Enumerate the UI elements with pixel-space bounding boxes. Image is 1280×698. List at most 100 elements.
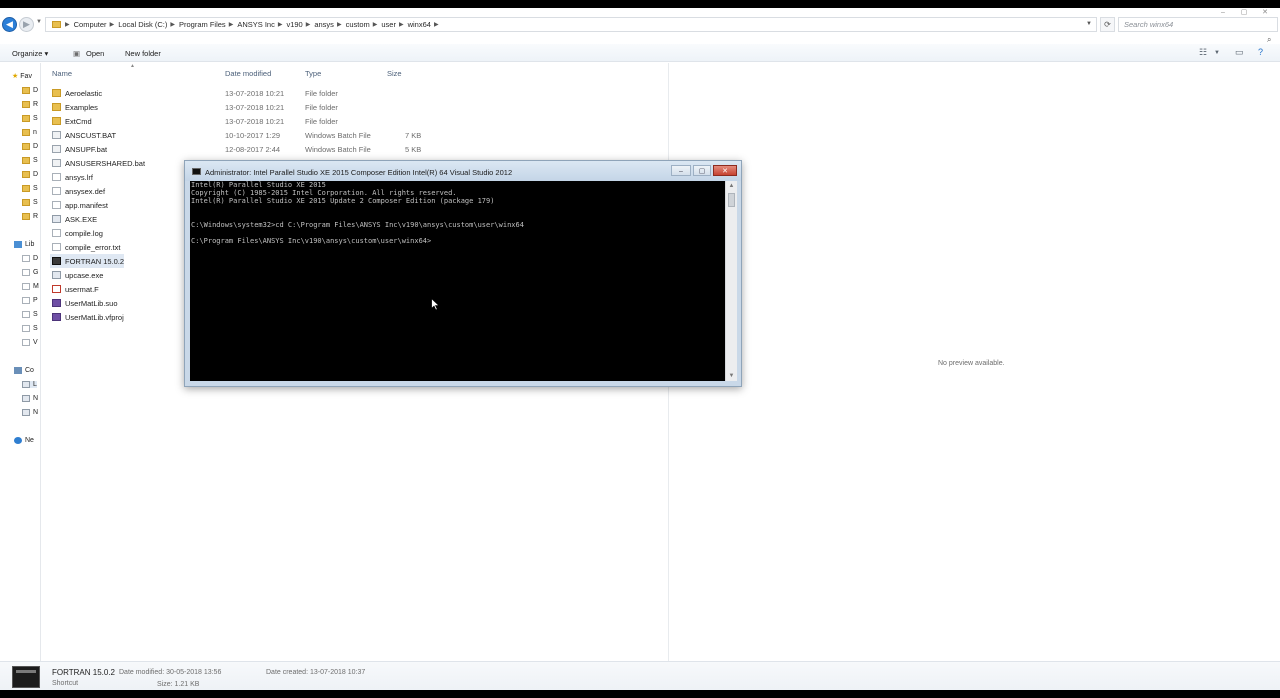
document-icon	[22, 311, 30, 318]
back-button[interactable]: ◀	[2, 17, 17, 32]
file-row[interactable]: ANSCUST.BAT 10-10-2017 1:29 Windows Batch …	[50, 128, 650, 142]
breadcrumb-item[interactable]: Program Files	[179, 20, 226, 29]
console-close-button[interactable]: ✕	[713, 165, 737, 176]
refresh-button[interactable]: ⟳	[1100, 17, 1115, 32]
refresh-icon: ⟳	[1104, 20, 1111, 29]
nav-item[interactable]: R	[22, 101, 38, 108]
nav-label: R	[33, 213, 39, 220]
nav-label: S	[33, 311, 38, 318]
nav-item[interactable]: D	[22, 255, 38, 262]
breadcrumb-separator-icon[interactable]: ▶	[110, 21, 115, 28]
view-options-icon[interactable]: ☷	[1199, 47, 1207, 58]
breadcrumb-item[interactable]: Computer	[74, 20, 107, 29]
new-folder-button[interactable]: New folder	[125, 49, 161, 58]
column-header-name[interactable]: Name	[52, 69, 72, 78]
console-minimize-button[interactable]: –	[671, 165, 691, 176]
file-row[interactable]: Examples 13-07-2018 10:21 File folder	[50, 100, 650, 114]
computer-group[interactable]: Co	[14, 367, 34, 374]
breadcrumb-item[interactable]: ANSYS Inc	[237, 20, 275, 29]
nav-label: M	[33, 283, 39, 290]
console-window[interactable]: Administrator: Intel Parallel Studio XE …	[184, 160, 742, 387]
scroll-up-icon[interactable]: ▲	[726, 181, 737, 191]
open-button[interactable]: Open	[86, 49, 104, 58]
nav-label: N	[33, 409, 39, 416]
file-row-selected[interactable]: FORTRAN 15.0.2	[50, 254, 124, 268]
nav-item[interactable]: S	[22, 185, 38, 192]
breadcrumb-separator-icon[interactable]: ▶	[65, 21, 70, 28]
chevron-down-icon[interactable]: ▼	[1214, 50, 1220, 56]
nav-item[interactable]: D	[22, 143, 38, 150]
breadcrumb-separator-icon[interactable]: ▶	[373, 21, 378, 28]
breadcrumb-item[interactable]: winx64	[408, 20, 431, 29]
command-bar: Organize ▾ ▣ Open New folder ☷ ▼ ▭ ?	[0, 44, 1280, 62]
nav-item[interactable]: S	[22, 325, 38, 332]
folder-icon	[52, 89, 61, 97]
network-group[interactable]: Ne	[14, 437, 34, 444]
nav-label: V	[33, 339, 38, 346]
console-title-bar[interactable]: Administrator: Intel Parallel Studio XE …	[185, 161, 741, 181]
breadcrumb-separator-icon[interactable]: ▶	[399, 21, 404, 28]
network-drive-icon	[22, 395, 30, 402]
preview-pane-icon[interactable]: ▭	[1235, 47, 1244, 58]
nav-item[interactable]: D	[22, 171, 38, 178]
breadcrumb-separator-icon[interactable]: ▶	[229, 21, 234, 28]
breadcrumb-separator-icon[interactable]: ▶	[434, 21, 439, 28]
folder-icon	[52, 21, 61, 28]
nav-label: n	[33, 129, 37, 136]
favorites-group[interactable]: ★ Fav	[12, 72, 32, 81]
nav-item[interactable]: G	[22, 269, 38, 276]
console-output[interactable]: Intel(R) Parallel Studio XE 2015 Copyrig…	[190, 181, 725, 381]
scrollbar-thumb[interactable]	[728, 193, 735, 207]
breadcrumb-separator-icon[interactable]: ▶	[170, 21, 175, 28]
breadcrumb-item[interactable]: custom	[346, 20, 370, 29]
nav-label: Ne	[25, 437, 34, 444]
breadcrumb-separator-icon[interactable]: ▶	[306, 21, 311, 28]
file-row[interactable]: ANSUPF.bat 12-08-2017 2:44 Windows Batch F…	[50, 142, 650, 156]
nav-item[interactable]: R	[22, 213, 38, 220]
file-name: usermat.F	[65, 285, 99, 294]
address-bar[interactable]: ▶ Computer ▶ Local Disk (C:) ▶ Program F…	[45, 17, 1097, 32]
nav-item[interactable]: S	[22, 115, 38, 122]
nav-item[interactable]: N	[22, 395, 38, 402]
nav-item[interactable]: S	[22, 199, 38, 206]
nav-item[interactable]: S	[22, 311, 38, 318]
nav-item[interactable]: S	[22, 157, 38, 164]
nav-item-local-disk[interactable]: L	[22, 381, 37, 388]
network-drive-icon	[22, 409, 30, 416]
breadcrumb-separator-icon[interactable]: ▶	[278, 21, 283, 28]
drive-icon	[22, 381, 30, 388]
console-scrollbar[interactable]: ▲ ▼	[725, 181, 737, 381]
console-maximize-button[interactable]: ▢	[693, 165, 711, 176]
nav-item[interactable]: M	[22, 283, 39, 290]
organize-button[interactable]: Organize ▾	[12, 49, 48, 58]
search-input[interactable]: Search winx64	[1118, 17, 1278, 32]
help-icon[interactable]: ?	[1258, 47, 1263, 57]
column-header-date[interactable]: Date modified	[225, 69, 271, 78]
nav-item[interactable]: N	[22, 409, 38, 416]
nav-item[interactable]: n	[22, 129, 37, 136]
folder-icon	[22, 157, 30, 164]
file-row[interactable]: ExtCmd 13-07-2018 10:21 File folder	[50, 114, 650, 128]
libraries-group[interactable]: Lib	[14, 241, 34, 248]
recent-pages-dropdown[interactable]: ▼	[36, 19, 42, 25]
forward-button[interactable]: ▶	[19, 17, 34, 32]
breadcrumb-item[interactable]: user	[381, 20, 396, 29]
details-name: FORTRAN 15.0.2	[52, 668, 115, 677]
address-row: ◀ ▶ ▼ ▶ Computer ▶ Local Disk (C:) ▶ Pro…	[0, 16, 1280, 44]
file-row[interactable]: Aeroelastic 13-07-2018 10:21 File folder	[50, 86, 650, 100]
breadcrumb-separator-icon[interactable]: ▶	[337, 21, 342, 28]
breadcrumb-item[interactable]: ansys	[314, 20, 334, 29]
scroll-down-icon[interactable]: ▼	[726, 371, 737, 381]
nav-item[interactable]: V	[22, 339, 38, 346]
breadcrumb-item[interactable]: Local Disk (C:)	[118, 20, 167, 29]
chevron-down-icon[interactable]: ▼	[1086, 21, 1092, 27]
nav-item[interactable]: P	[22, 297, 38, 304]
file-icon	[52, 229, 61, 237]
column-header-size[interactable]: Size	[387, 69, 402, 78]
nav-item[interactable]: D	[22, 87, 38, 94]
folder-icon	[22, 199, 30, 206]
breadcrumb-item[interactable]: v190	[286, 20, 302, 29]
details-modified: Date modified: 30-05-2018 13:56	[119, 669, 222, 676]
file-name: ExtCmd	[65, 117, 92, 126]
column-header-type[interactable]: Type	[305, 69, 321, 78]
